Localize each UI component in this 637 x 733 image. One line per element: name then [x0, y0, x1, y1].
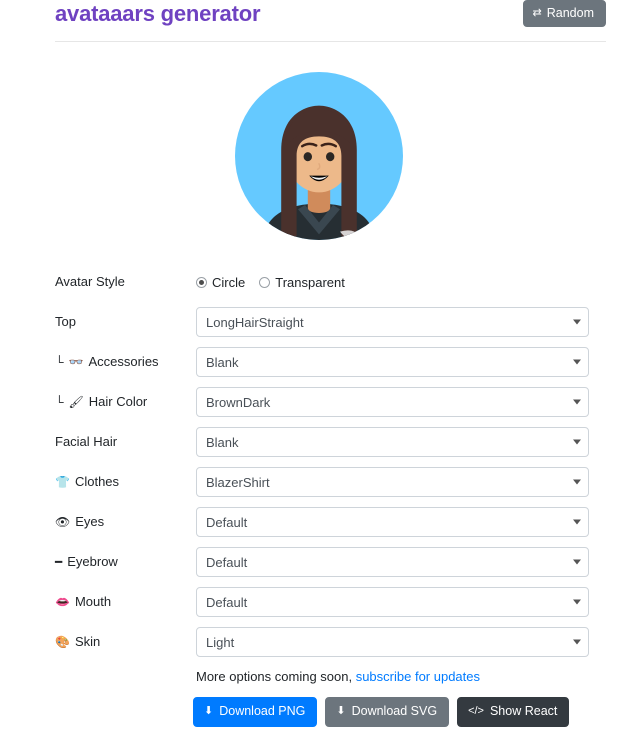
label-eyes: 👁 Eyes: [55, 514, 196, 530]
select-hair-color[interactable]: BrownDark: [196, 387, 589, 417]
label-clothes-text: Clothes: [74, 474, 120, 489]
radio-circle-label: Circle: [212, 274, 246, 290]
page-header: avataaars generator ⇄ Random: [0, 0, 637, 44]
label-eyebrow-text: Eyebrow: [67, 554, 118, 569]
eye-square-icon: 👁: [55, 515, 71, 529]
select-eyes-value: Default: [206, 514, 248, 530]
download-png-label: Download PNG: [219, 704, 306, 718]
label-top-text: Top: [55, 314, 76, 329]
select-top[interactable]: LongHairStraight: [196, 307, 589, 337]
select-accessories[interactable]: Blank: [196, 347, 589, 377]
label-skin: 🎨 Skin: [55, 634, 196, 650]
random-button-label: Random: [546, 6, 594, 20]
select-mouth[interactable]: Default: [196, 587, 589, 617]
form-row-skin: 🎨 Skin Light: [55, 622, 606, 662]
download-svg-label: Download SVG: [351, 704, 438, 718]
code-icon: </>: [468, 705, 484, 717]
radio-transparent[interactable]: Transparent: [259, 275, 345, 290]
page-title: avataaars generator: [55, 1, 261, 26]
action-buttons: ⬇ Download PNG ⬇ Download SVG </> Show R…: [193, 697, 570, 727]
label-top: Top: [55, 314, 196, 330]
select-clothes[interactable]: BlazerShirt: [196, 467, 589, 497]
eyebrow-icon: ━: [55, 555, 63, 569]
label-facial-hair-text: Facial Hair: [55, 434, 118, 449]
label-accessories-text: Accessories: [88, 354, 159, 369]
select-facial-hair[interactable]: Blank: [196, 427, 589, 457]
footer-note-text: More options coming soon,: [196, 669, 356, 684]
chevron-down-icon: [573, 639, 581, 645]
label-eyes-text: Eyes: [75, 514, 105, 529]
chevron-down-icon: [573, 559, 581, 565]
select-hair-color-value: BrownDark: [206, 394, 271, 410]
form-row-facial-hair: Facial Hair Blank: [55, 422, 606, 462]
download-png-button[interactable]: ⬇ Download PNG: [193, 697, 318, 727]
label-skin-text: Skin: [74, 634, 101, 649]
download-icon: ⬇: [336, 705, 346, 717]
glasses-icon: 👓: [68, 355, 84, 369]
select-skin-value: Light: [206, 634, 235, 650]
header-divider: [55, 41, 606, 42]
label-clothes: 👕 Clothes: [55, 474, 196, 490]
select-eyebrow[interactable]: Default: [196, 547, 589, 577]
download-icon: ⬇: [204, 705, 214, 717]
chevron-down-icon: [573, 519, 581, 525]
label-hair-color: └ 🖌 Hair Color: [55, 394, 196, 410]
select-top-value: LongHairStraight: [206, 314, 304, 330]
mouth-icon: 👄: [55, 595, 70, 609]
form-row-accessories: └ 👓 Accessories Blank: [55, 342, 606, 382]
select-clothes-value: BlazerShirt: [206, 474, 270, 490]
select-eyebrow-value: Default: [206, 554, 248, 570]
tshirt-icon: 👕: [55, 475, 70, 489]
select-mouth-value: Default: [206, 594, 248, 610]
form-row-mouth: 👄 Mouth Default: [55, 582, 606, 622]
chevron-down-icon: [573, 319, 581, 325]
tree-branch-prefix: └: [55, 395, 64, 409]
chevron-down-icon: [573, 359, 581, 365]
label-mouth: 👄 Mouth: [55, 594, 196, 610]
show-react-button[interactable]: </> Show React: [457, 697, 570, 727]
label-eyebrow: ━ Eyebrow: [55, 554, 196, 570]
page-root: avataaars generator ⇄ Random Avatar Styl…: [0, 0, 637, 733]
label-facial-hair: Facial Hair: [55, 434, 196, 450]
radio-circle[interactable]: Circle: [196, 275, 245, 290]
label-accessories: └ 👓 Accessories: [55, 354, 196, 370]
radio-transparent-label: Transparent: [275, 274, 345, 290]
select-skin[interactable]: Light: [196, 627, 589, 657]
palette-icon: 🎨: [55, 635, 70, 649]
radio-circle-indicator[interactable]: [196, 276, 207, 288]
chevron-down-icon: [573, 399, 581, 405]
label-avatar-style: Avatar Style: [55, 274, 125, 289]
form-row-hair-color: └ 🖌 Hair Color BrownDark: [55, 382, 606, 422]
paint-roller-icon: 🖌: [68, 395, 84, 409]
footer-note: More options coming soon, subscribe for …: [196, 669, 480, 684]
chevron-down-icon: [573, 599, 581, 605]
label-mouth-text: Mouth: [74, 594, 112, 609]
select-facial-hair-value: Blank: [206, 434, 239, 450]
chevron-down-icon: [573, 439, 581, 445]
chevron-down-icon: [573, 479, 581, 485]
download-svg-button[interactable]: ⬇ Download SVG: [325, 697, 450, 727]
show-react-label: Show React: [489, 704, 558, 718]
tree-branch-prefix: └: [55, 355, 64, 369]
select-accessories-value: Blank: [206, 354, 239, 370]
label-hair-color-text: Hair Color: [88, 394, 148, 409]
subscribe-link[interactable]: subscribe for updates: [356, 669, 480, 684]
form-row-top: Top LongHairStraight: [55, 302, 606, 342]
avatar-preview: [0, 58, 637, 254]
avatar-svg: [234, 72, 403, 240]
random-button[interactable]: ⇄ Random: [522, 0, 606, 27]
select-eyes[interactable]: Default: [196, 507, 589, 537]
radio-transparent-indicator[interactable]: [259, 276, 271, 288]
form-row-clothes: 👕 Clothes BlazerShirt: [55, 462, 606, 502]
options-form: Avatar Style Circle Transparent Top Long…: [55, 262, 606, 662]
form-row-eyebrow: ━ Eyebrow Default: [55, 542, 606, 582]
form-row-avatar-style: Avatar Style Circle Transparent: [55, 262, 606, 302]
avatar-style-radio-group[interactable]: Circle Transparent: [196, 274, 606, 290]
shuffle-icon: ⇄: [532, 7, 542, 19]
form-row-eyes: 👁 Eyes Default: [55, 502, 606, 542]
